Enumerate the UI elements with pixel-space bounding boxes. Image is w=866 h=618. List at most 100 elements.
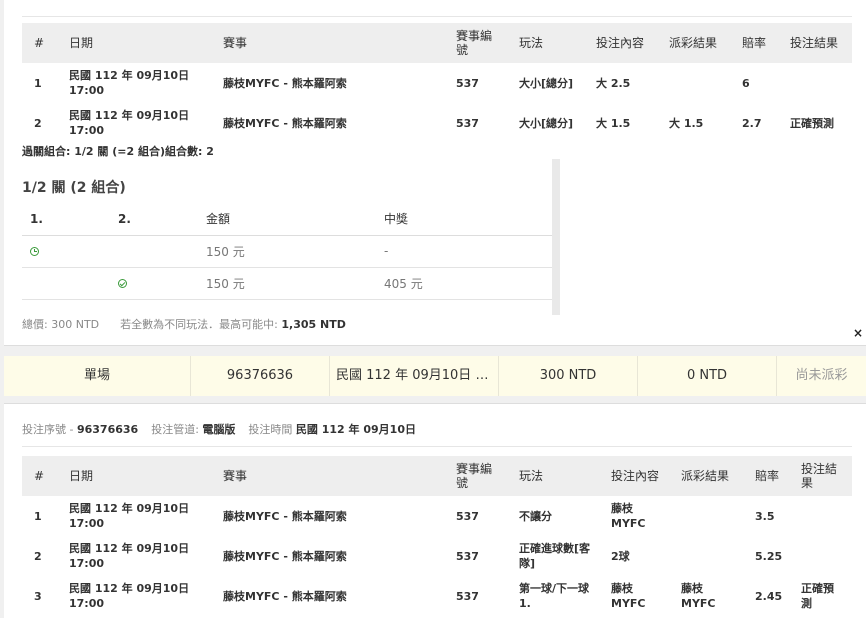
cell-match-code: 537 <box>456 589 479 603</box>
cell-play: 第一球/下一球 1. <box>519 582 590 610</box>
combo-col-2: 2. <box>110 203 198 236</box>
single-detail-panel: 投注序號 - 96376636 投注管道: 電腦版 投注時間 民國 112 年 … <box>4 403 866 618</box>
col-odds: 賠率 <box>730 23 778 63</box>
cell-content: 大 1.5 <box>596 116 631 130</box>
cell-date: 民國 112 年 09月10日 17:00 <box>69 69 190 97</box>
col-date: 日期 <box>57 456 211 496</box>
cell-match: 藤枝MYFC - 熊本羅阿索 <box>223 589 347 603</box>
close-icon[interactable]: × <box>853 326 863 340</box>
cell-index: 2 <box>34 116 42 130</box>
combo-cell-amount: 150 元 <box>198 235 376 268</box>
channel-value: 電腦版 <box>202 423 236 436</box>
col-result: 投注結果 <box>789 456 852 496</box>
cell-date: 民國 112 年 09月10日 17:00 <box>69 582 190 610</box>
time-value: 民國 112 年 09月10日 <box>295 423 416 436</box>
cell-content: 大 2.5 <box>596 76 631 90</box>
col-play: 玩法 <box>507 23 584 63</box>
col-play: 玩法 <box>507 456 599 496</box>
cell-match-code: 537 <box>456 76 479 90</box>
cell-match-code: 537 <box>456 116 479 130</box>
cell-payout <box>669 496 743 536</box>
divider <box>22 446 852 447</box>
col-odds: 賠率 <box>743 456 789 496</box>
parlay-detail-panel: # 日期 賽事 賽事編號 玩法 投注內容 派彩結果 賠率 投注結果 1 民國 1… <box>4 0 866 346</box>
bet-detail-table-2: # 日期 賽事 賽事編號 玩法 投注內容 派彩結果 賠率 投注結果 1 民國 1… <box>22 456 852 616</box>
combo-cell-amount: 150 元 <box>198 267 376 300</box>
max-win-label: 若全數為不同玩法．最高可能中: <box>120 318 278 331</box>
bet-detail-table: # 日期 賽事 賽事編號 玩法 投注內容 派彩結果 賠率 投注結果 1 民國 1… <box>22 23 852 143</box>
cell-index: 1 <box>34 509 42 523</box>
serial-label: 投注序號 - <box>22 423 74 436</box>
table-row: 2 民國 112 年 09月10日 17:00 藤枝MYFC - 熊本羅阿索 53… <box>22 536 852 576</box>
combo-row: 150 元 405 元 <box>22 267 552 300</box>
table-header-row: # 日期 賽事 賽事編號 玩法 投注內容 派彩結果 賠率 投注結果 <box>22 23 852 63</box>
col-date: 日期 <box>57 23 211 63</box>
cell-play: 正確進球數[客隊] <box>519 542 591 570</box>
cell-index: 2 <box>34 549 42 563</box>
col-index: # <box>22 23 57 63</box>
table-row: 2 民國 112 年 09月10日 17:00 藤枝MYFC - 熊本羅阿索 53… <box>22 103 852 143</box>
combo-row: 150 元 - <box>22 235 552 268</box>
combo-title: 1/2 關 (2 組合) <box>22 180 126 196</box>
ticket-status: 尚未派彩 <box>795 368 848 383</box>
cell-odds: 6 <box>742 76 750 90</box>
divider <box>22 16 852 17</box>
time-label: 投注時間 <box>248 423 293 436</box>
col-match: 賽事 <box>211 23 444 63</box>
cell-play: 大小[總分] <box>519 116 574 130</box>
clock-icon <box>30 247 39 256</box>
combo-col-win: 中獎 <box>376 203 552 236</box>
cell-payout: 大 1.5 <box>669 116 704 130</box>
cell-content: 藤枝 MYFC <box>611 502 646 530</box>
combo-cell-win: - <box>376 235 552 268</box>
ticket-meta: 投注序號 - 96376636 投注管道: 電腦版 投注時間 民國 112 年 … <box>22 421 416 437</box>
col-index: # <box>22 456 57 496</box>
table-row: 1 民國 112 年 09月10日 17:00 藤枝MYFC - 熊本羅阿索 53… <box>22 496 852 536</box>
cell-match: 藤枝MYFC - 熊本羅阿索 <box>223 116 347 130</box>
cell-payout <box>669 536 743 576</box>
cell-content: 2球 <box>611 549 630 563</box>
combo-cell-win: 405 元 <box>376 267 552 300</box>
cell-result <box>789 536 852 576</box>
cell-result <box>778 63 852 103</box>
cell-content: 藤枝 MYFC <box>611 582 646 610</box>
col-match-code: 賽事編號 <box>444 23 507 63</box>
cell-match: 藤枝MYFC - 熊本羅阿索 <box>223 76 347 90</box>
cell-play: 大小[總分] <box>519 76 574 90</box>
table-row: 1 民國 112 年 09月10日 17:00 藤枝MYFC - 熊本羅阿索 53… <box>22 63 852 103</box>
ticket-amount: 300 NTD <box>499 356 638 396</box>
cell-result: 正確預測 <box>790 116 834 130</box>
cell-match: 藤枝MYFC - 熊本羅阿索 <box>223 549 347 563</box>
cell-match-code: 537 <box>456 549 479 563</box>
total-label: 總價: <box>22 318 48 331</box>
cell-odds: 2.45 <box>755 589 783 603</box>
table-header-row: # 日期 賽事 賽事編號 玩法 投注內容 派彩結果 賠率 投注結果 <box>22 456 852 496</box>
combo-col-amount: 金額 <box>198 203 376 236</box>
col-content: 投注內容 <box>584 23 657 63</box>
col-match: 賽事 <box>211 456 444 496</box>
ticket-type: 單場 <box>4 356 191 396</box>
ticket-date: 民國 112 年 09月10日 1… <box>330 356 499 396</box>
cell-index: 1 <box>34 76 42 90</box>
col-payout: 派彩結果 <box>657 23 730 63</box>
combo-cell-1 <box>22 235 110 268</box>
combo-cell-2 <box>110 267 198 300</box>
cell-result: 正確預測 <box>801 582 834 610</box>
cell-payout: 藤枝 MYFC <box>681 582 716 610</box>
ticket-row[interactable]: 單場 96376636 民國 112 年 09月10日 1… 300 NTD 0… <box>4 356 866 396</box>
col-result: 投注結果 <box>778 23 852 63</box>
cell-odds: 3.5 <box>755 509 775 523</box>
price-summary: 總價: 300 NTD 若全數為不同玩法．最高可能中: 1,305 NTD <box>22 316 346 332</box>
table-row: 3 民國 112 年 09月10日 17:00 藤枝MYFC - 熊本羅阿索 53… <box>22 576 852 616</box>
cell-payout <box>657 63 730 103</box>
col-content: 投注內容 <box>599 456 669 496</box>
cell-date: 民國 112 年 09月10日 17:00 <box>69 542 190 570</box>
combo-cell-1 <box>22 267 110 300</box>
cell-odds: 5.25 <box>755 549 783 563</box>
combo-cell-2 <box>110 235 198 268</box>
combo-summary-line: 過關組合: 1/2 關 (=2 組合)組合數: 2 <box>22 145 214 158</box>
col-match-code: 賽事編號 <box>444 456 507 496</box>
cell-match-code: 537 <box>456 509 479 523</box>
cell-match: 藤枝MYFC - 熊本羅阿索 <box>223 509 347 523</box>
total-value: 300 NTD <box>51 318 100 331</box>
